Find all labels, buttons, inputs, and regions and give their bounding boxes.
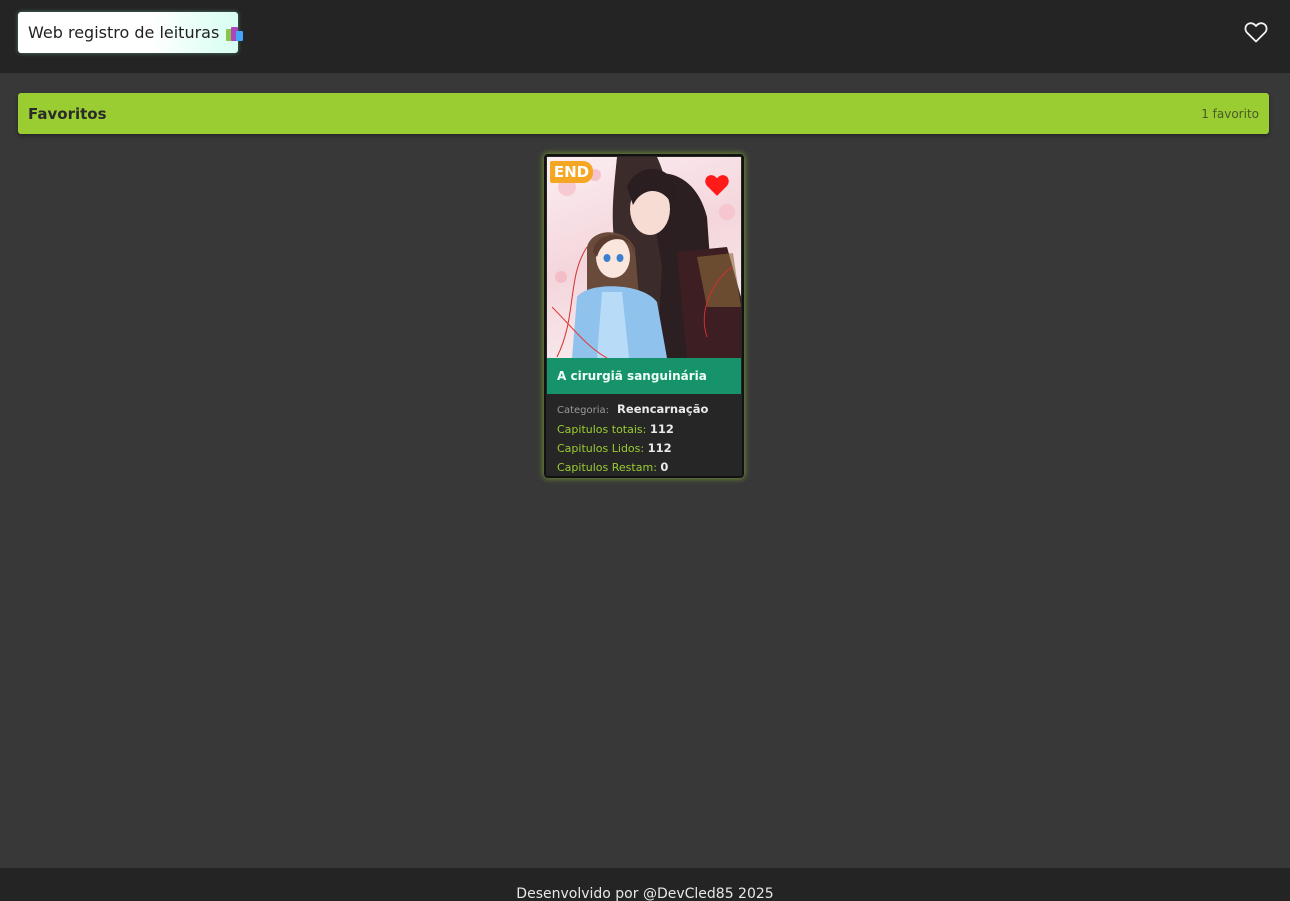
brand-title: Web registro de leituras [28,23,220,42]
favorites-count: 1 favorito [1201,106,1259,121]
category-value: Reencarnação [617,402,709,416]
favorites-heart-icon[interactable] [1244,21,1268,43]
read-chapters-label: Capitulos Lidos [557,442,641,455]
books-icon [226,25,244,41]
section-title: Favoritos [28,104,107,123]
status-badge: END [550,161,593,183]
remaining-chapters-label: Capitulos Restam [557,461,654,474]
card-title: A cirurgiã sanguinária [557,369,707,383]
brand-logo[interactable]: Web registro de leituras [18,12,244,53]
card-title-bar: A cirurgiã sanguinária [547,358,741,394]
remaining-chapters-value: 0 [660,460,669,474]
total-chapters-label: Capitulos totais [557,423,643,436]
page-footer: Desenvolvido por @DevCled85 2025 [0,868,1290,901]
cover-image: END [547,157,741,358]
favorites-section-header: Favoritos 1 favorito [18,93,1269,134]
category-row: Categoria: Reencarnação [557,400,737,420]
total-chapters-row: Capitulos totais: 112 [557,422,674,436]
favorite-heart-icon[interactable] [704,173,730,197]
remaining-chapters-row: Capitulos Restam: 0 [557,460,669,474]
category-label: Categoria: [557,405,610,416]
read-chapters-row: Capitulos Lidos: 112 [557,441,672,455]
footer-credit: Desenvolvido por @DevCled85 2025 [516,886,774,901]
read-chapters-value: 112 [647,441,672,455]
manga-card[interactable]: END A cirurgiã sanguinária Categoria: Ree… [544,154,744,478]
top-navbar: Web registro de leituras [0,0,1290,73]
total-chapters-value: 112 [649,422,674,436]
card-info: Categoria: Reencarnação Capitulos totais:… [557,400,737,476]
